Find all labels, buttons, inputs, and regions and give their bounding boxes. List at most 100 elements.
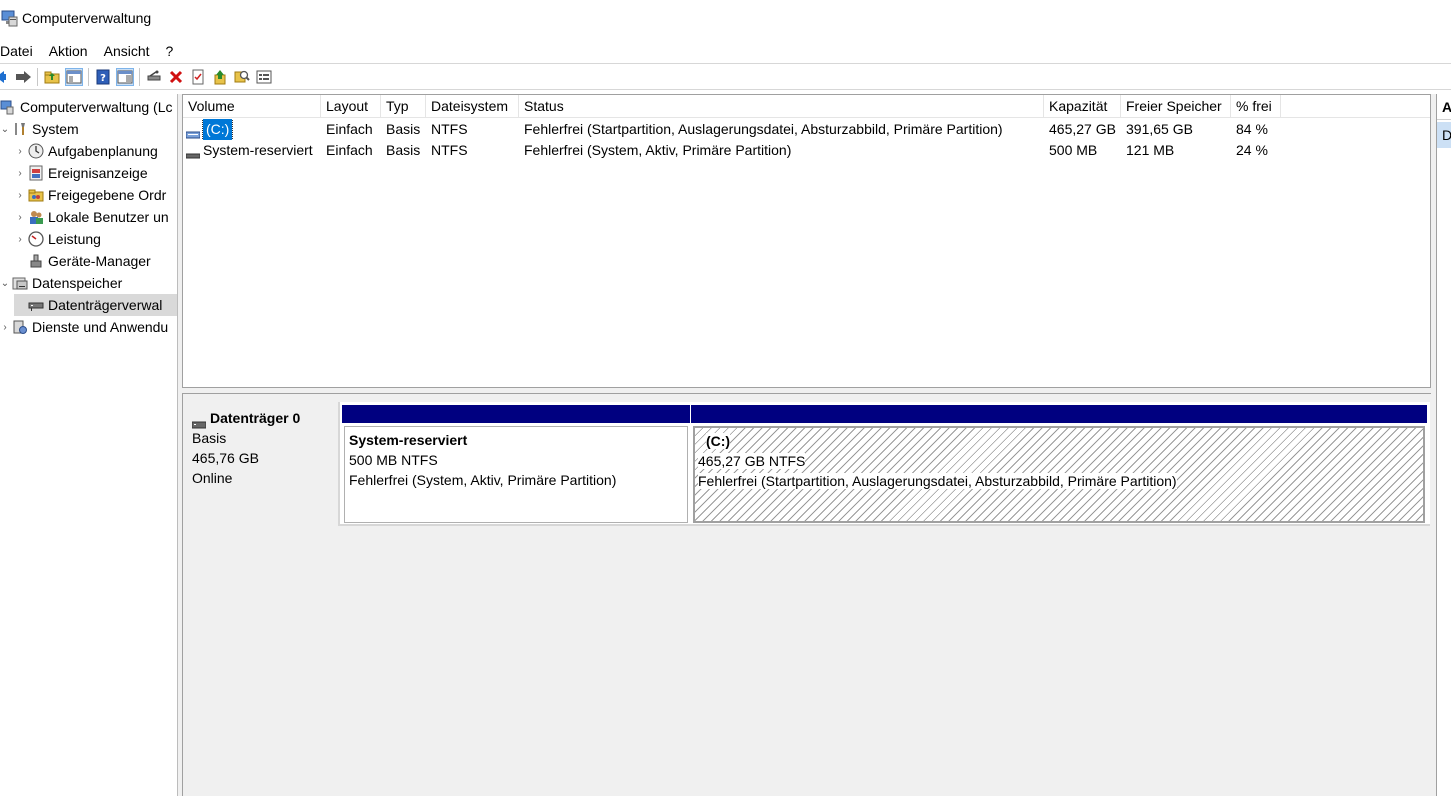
column-header-freier-speicher[interactable]: Freier Speicher: [1121, 95, 1231, 118]
partition-system-reserviert[interactable]: System-reserviert 500 MB NTFS Fehlerfrei…: [342, 405, 690, 523]
toolbar: ?: [0, 63, 1451, 90]
disk-management-icon: [28, 297, 44, 313]
tree-item-ereignisanzeige[interactable]: › Ereignisanzeige: [14, 162, 148, 184]
help-icon[interactable]: ?: [94, 68, 112, 86]
partition-status: Fehlerfrei (Startpartition, Auslagerungs…: [698, 473, 1177, 489]
disk-state: Online: [192, 470, 233, 486]
tree-item-system[interactable]: ⌄ System: [0, 118, 79, 140]
tree-item-label: Datenspeicher: [32, 275, 123, 291]
disk-row: Datenträger 0 Basis 465,76 GB Online Sys…: [183, 402, 1430, 526]
partition-body: System-reserviert 500 MB NTFS Fehlerfrei…: [344, 426, 688, 523]
chevron-right-icon[interactable]: ›: [14, 168, 26, 179]
dateisystem-cell: NTFS: [431, 121, 468, 137]
layout-cell: Einfach: [326, 121, 373, 137]
partition-bar: [691, 405, 1427, 423]
partition-size: 465,27 GB NTFS: [698, 453, 806, 469]
column-header-prozent-frei[interactable]: % frei: [1231, 95, 1281, 118]
prozent-frei-cell: 24 %: [1236, 142, 1268, 158]
disk-info[interactable]: Datenträger 0 Basis 465,76 GB Online: [183, 402, 340, 526]
search-icon[interactable]: [233, 68, 251, 86]
tree-item-geraete-manager[interactable]: Geräte-Manager: [14, 250, 151, 272]
kapazitaet-cell: 500 MB: [1049, 142, 1098, 158]
disk-size: 465,76 GB: [192, 450, 259, 466]
clock-icon: [28, 143, 44, 159]
toolbar-separator: [37, 67, 38, 86]
partition-name: System-reserviert: [349, 432, 468, 448]
system-tools-icon: [12, 121, 28, 137]
show-hide-tree-icon[interactable]: [65, 67, 83, 86]
connect-drive-icon[interactable]: [145, 68, 163, 86]
tree-item-datenspeicher[interactable]: ⌄ Datenspeicher: [0, 272, 122, 294]
volume-icon: [185, 125, 201, 138]
window-title: Computerverwaltung: [22, 10, 152, 26]
title-bar: Computerverwaltung: [0, 0, 1451, 36]
tree-item-computerverwaltung[interactable]: Computerverwaltung (Lc: [0, 96, 173, 118]
forward-arrow-icon[interactable]: [14, 68, 32, 86]
column-header-kapazitaet[interactable]: Kapazität: [1044, 95, 1121, 118]
chevron-down-icon[interactable]: ⌄: [0, 278, 10, 289]
svg-text:?: ?: [100, 73, 106, 84]
back-arrow-icon[interactable]: [0, 68, 10, 86]
computer-management-icon: [0, 99, 16, 115]
typ-cell: Basis: [386, 142, 421, 158]
chevron-right-icon[interactable]: ›: [14, 234, 26, 245]
chevron-right-icon[interactable]: ›: [14, 190, 26, 201]
tree-item-dienste-und-anwendungen[interactable]: › Dienste und Anwendu: [0, 316, 168, 338]
volume-list-header: Volume Layout Typ Dateisystem Status Kap…: [183, 95, 1430, 118]
tree-item-leistung[interactable]: › Leistung: [14, 228, 101, 250]
menu-aktion[interactable]: Aktion: [49, 43, 96, 59]
storage-icon: [12, 275, 28, 291]
disk-type: Basis: [192, 430, 227, 446]
table-row[interactable]: (C:) Einfach Basis NTFS Fehlerfrei (Star…: [183, 119, 1430, 140]
tree-item-label: Computerverwaltung (Lc: [20, 99, 173, 115]
column-header-dateisystem[interactable]: Dateisystem: [426, 95, 519, 118]
table-row[interactable]: System-reserviert Einfach Basis NTFS Feh…: [183, 140, 1430, 161]
partition-size: 500 MB NTFS: [349, 452, 438, 468]
properties-icon[interactable]: [189, 68, 207, 86]
dateisystem-cell: NTFS: [431, 142, 468, 158]
action-item-selected[interactable]: D: [1437, 122, 1451, 148]
chevron-right-icon[interactable]: ›: [0, 322, 10, 333]
typ-cell: Basis: [386, 121, 421, 137]
column-header-volume[interactable]: Volume: [183, 95, 321, 118]
menu-datei[interactable]: Datei: [0, 43, 41, 59]
disk-icon: [191, 414, 207, 429]
users-icon: [28, 209, 44, 225]
partition-body: (C:) 465,27 GB NTFS Fehlerfrei (Startpar…: [692, 425, 1426, 524]
volume-icon: [185, 146, 201, 158]
settings-icon[interactable]: [255, 68, 273, 86]
performance-gauge-icon: [28, 231, 44, 247]
properties-pane-icon[interactable]: [116, 67, 134, 86]
volume-list: Volume Layout Typ Dateisystem Status Kap…: [182, 94, 1431, 388]
up-level-icon[interactable]: [211, 68, 229, 86]
shared-folder-icon: [28, 187, 44, 203]
tree-item-freigegebene-ordner[interactable]: › Freigegebene Ordr: [14, 184, 166, 206]
volume-label: System-reserviert: [203, 142, 313, 158]
event-viewer-icon: [28, 165, 44, 181]
partition-bar: [342, 405, 690, 423]
menu-help[interactable]: ?: [166, 43, 182, 59]
tree-item-aufgabenplanung[interactable]: › Aufgabenplanung: [14, 140, 158, 162]
partition-status: Fehlerfrei (System, Aktiv, Primäre Parti…: [349, 472, 617, 488]
column-header-status[interactable]: Status: [519, 95, 1044, 118]
tree-item-datentraegerverwaltung[interactable]: Datenträgerverwal: [14, 294, 177, 316]
computer-management-icon: [0, 9, 18, 27]
tree-item-lokale-benutzer[interactable]: › Lokale Benutzer un: [14, 206, 168, 228]
menu-ansicht[interactable]: Ansicht: [104, 43, 158, 59]
partition-name: (C:): [706, 433, 731, 449]
folder-up-icon[interactable]: [43, 68, 61, 86]
status-cell: Fehlerfrei (System, Aktiv, Primäre Parti…: [524, 142, 792, 158]
navigation-tree: Computerverwaltung (Lc ⌄ System › Aufgab…: [0, 94, 178, 796]
action-pane: A D: [1436, 94, 1451, 796]
chevron-right-icon[interactable]: ›: [14, 146, 26, 157]
partition-c[interactable]: (C:) 465,27 GB NTFS Fehlerfrei (Startpar…: [691, 405, 1427, 524]
toolbar-separator: [88, 67, 89, 86]
tree-item-label: Ereignisanzeige: [48, 165, 148, 181]
chevron-down-icon[interactable]: ⌄: [0, 124, 10, 135]
delete-icon[interactable]: [167, 68, 185, 86]
column-header-typ[interactable]: Typ: [381, 95, 426, 118]
volume-cell: System-reserviert: [183, 140, 321, 161]
column-header-layout[interactable]: Layout: [321, 95, 381, 118]
chevron-right-icon[interactable]: ›: [14, 212, 26, 223]
tree-item-label: Aufgabenplanung: [48, 143, 158, 159]
